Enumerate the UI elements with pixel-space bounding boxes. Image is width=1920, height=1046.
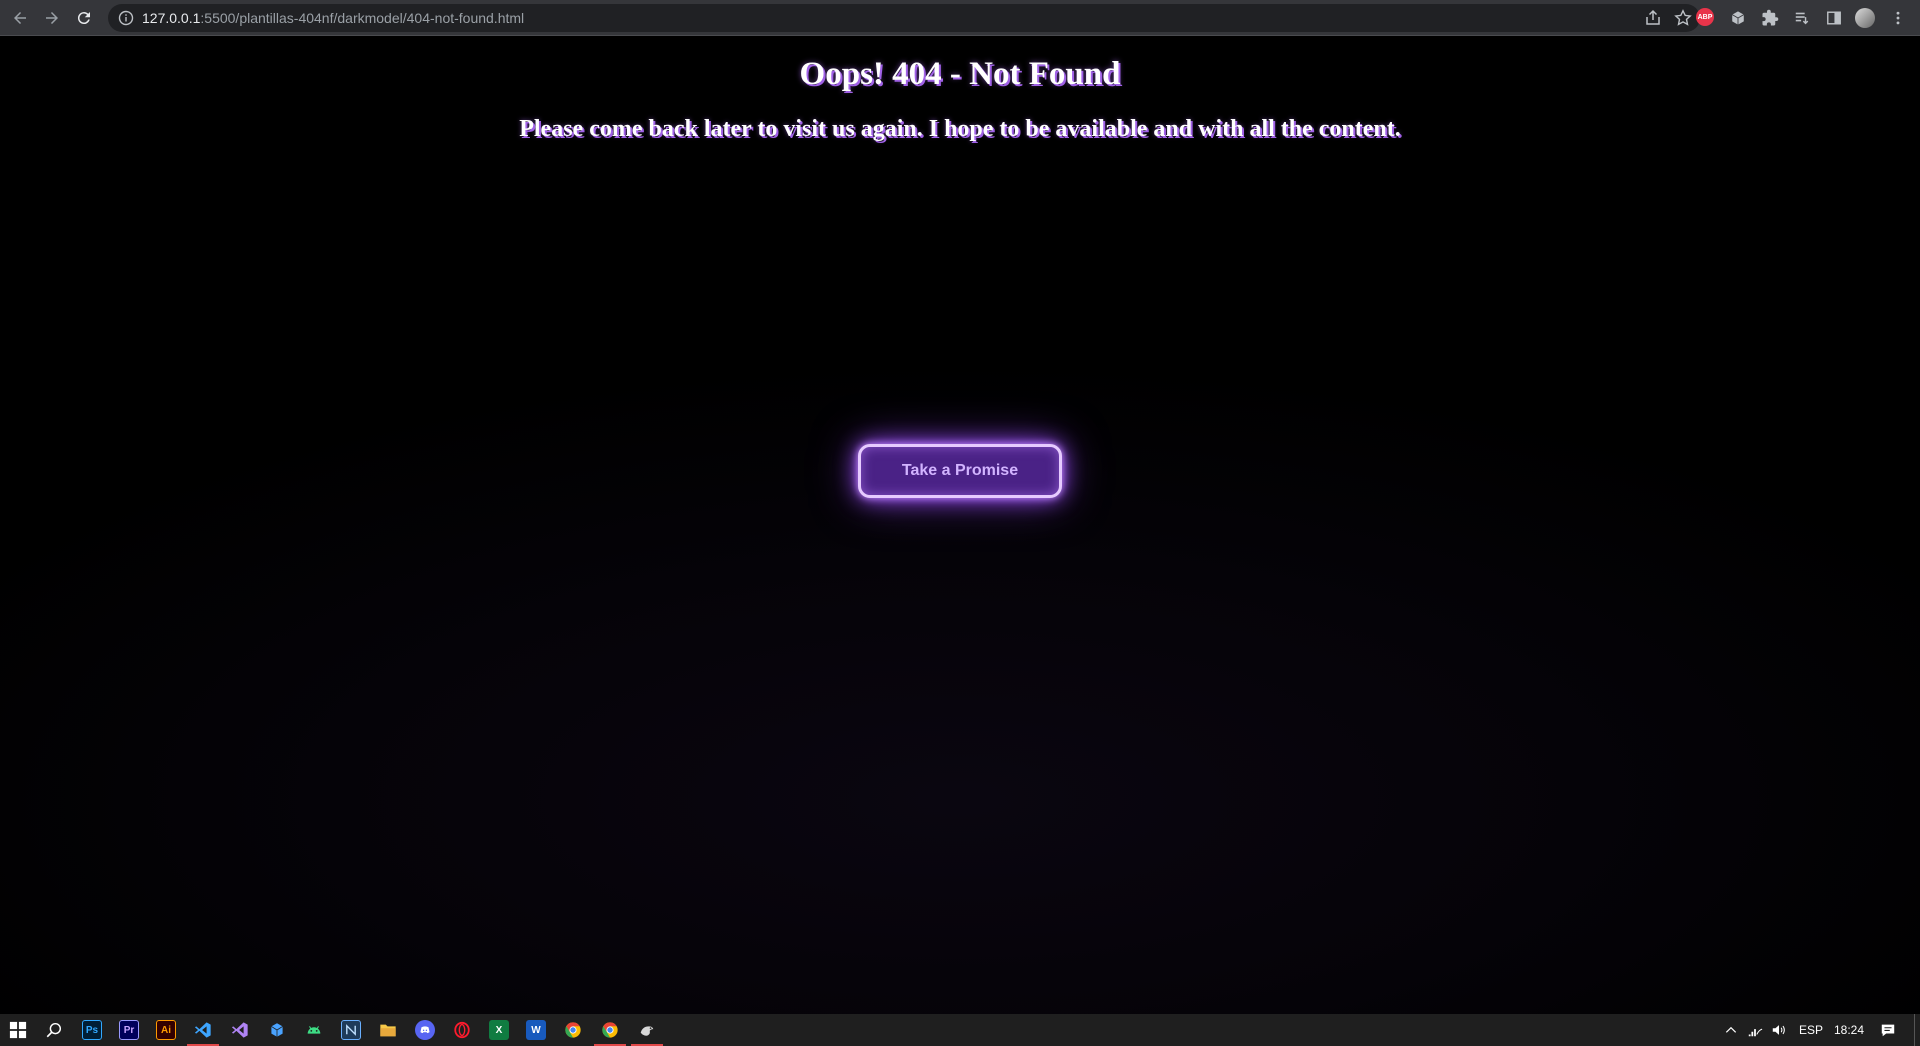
back-arrow-icon xyxy=(14,12,26,24)
android-studio-icon[interactable] xyxy=(304,1020,324,1040)
share-icon[interactable] xyxy=(1644,9,1662,27)
clock-time[interactable]: 18:24 xyxy=(1834,1023,1864,1037)
photoshop-icon[interactable]: Ps xyxy=(82,1020,102,1040)
windows-taskbar: Ps Pr Ai X W ESP 18:24 xyxy=(0,1014,1920,1046)
network-icon[interactable] xyxy=(1746,1021,1764,1039)
volume-icon[interactable] xyxy=(1770,1021,1788,1039)
file-explorer-icon[interactable] xyxy=(378,1020,398,1040)
url-path: :5500/plantillas-404nf/darkmodel/404-not… xyxy=(200,10,525,26)
premiere-icon[interactable]: Pr xyxy=(119,1020,139,1040)
forward-arrow-icon xyxy=(46,12,58,24)
profile-avatar[interactable] xyxy=(1855,8,1875,28)
word-icon[interactable]: W xyxy=(526,1020,546,1040)
page-subtitle: Please come back later to visit us again… xyxy=(519,116,1401,142)
app-bird-icon[interactable] xyxy=(631,1020,663,1046)
url-host: 127.0.0.1 xyxy=(142,10,201,26)
opera-icon[interactable] xyxy=(452,1020,472,1040)
show-desktop-button[interactable] xyxy=(1914,1014,1920,1046)
puzzle-extensions-icon[interactable] xyxy=(1760,8,1780,28)
visual-studio-icon[interactable] xyxy=(230,1020,250,1040)
reading-list-icon[interactable] xyxy=(1792,8,1812,28)
discord-icon[interactable] xyxy=(415,1020,435,1040)
take-a-promise-button[interactable]: Take a Promise xyxy=(858,444,1062,498)
back-button[interactable] xyxy=(8,6,32,30)
app-n-icon[interactable] xyxy=(341,1020,361,1040)
cube-extension-icon[interactable] xyxy=(1728,8,1748,28)
language-indicator[interactable]: ESP xyxy=(1799,1023,1823,1037)
address-bar[interactable]: 127.0.0.1:5500/plantillas-404nf/darkmode… xyxy=(108,4,1700,32)
page-title: Oops! 404 - Not Found xyxy=(799,56,1121,92)
page-viewport: Oops! 404 - Not Found Please come back l… xyxy=(0,36,1920,1014)
vscode-icon[interactable] xyxy=(187,1020,219,1046)
app-cube-icon[interactable] xyxy=(267,1020,287,1040)
adblock-plus-icon[interactable]: ABP xyxy=(1696,8,1714,26)
forward-button[interactable] xyxy=(40,6,64,30)
bookmark-star-icon[interactable] xyxy=(1674,9,1692,27)
search-icon[interactable] xyxy=(44,1020,64,1040)
windows-start-icon[interactable] xyxy=(8,1020,28,1040)
side-panel-icon[interactable] xyxy=(1824,8,1844,28)
menu-kebab-icon[interactable] xyxy=(1888,8,1908,28)
chevron-up-icon[interactable] xyxy=(1722,1021,1740,1039)
notifications-icon[interactable] xyxy=(1879,1021,1897,1039)
excel-icon[interactable]: X xyxy=(489,1020,509,1040)
chrome-active-icon[interactable] xyxy=(594,1020,626,1046)
reload-icon xyxy=(77,12,90,25)
chrome-icon[interactable] xyxy=(563,1020,583,1040)
url-text[interactable]: 127.0.0.1:5500/plantillas-404nf/darkmode… xyxy=(142,10,524,26)
browser-toolbar: 127.0.0.1:5500/plantillas-404nf/darkmode… xyxy=(0,0,1920,36)
reload-button[interactable] xyxy=(72,6,96,30)
site-info-icon[interactable] xyxy=(118,10,134,26)
illustrator-icon[interactable]: Ai xyxy=(156,1020,176,1040)
